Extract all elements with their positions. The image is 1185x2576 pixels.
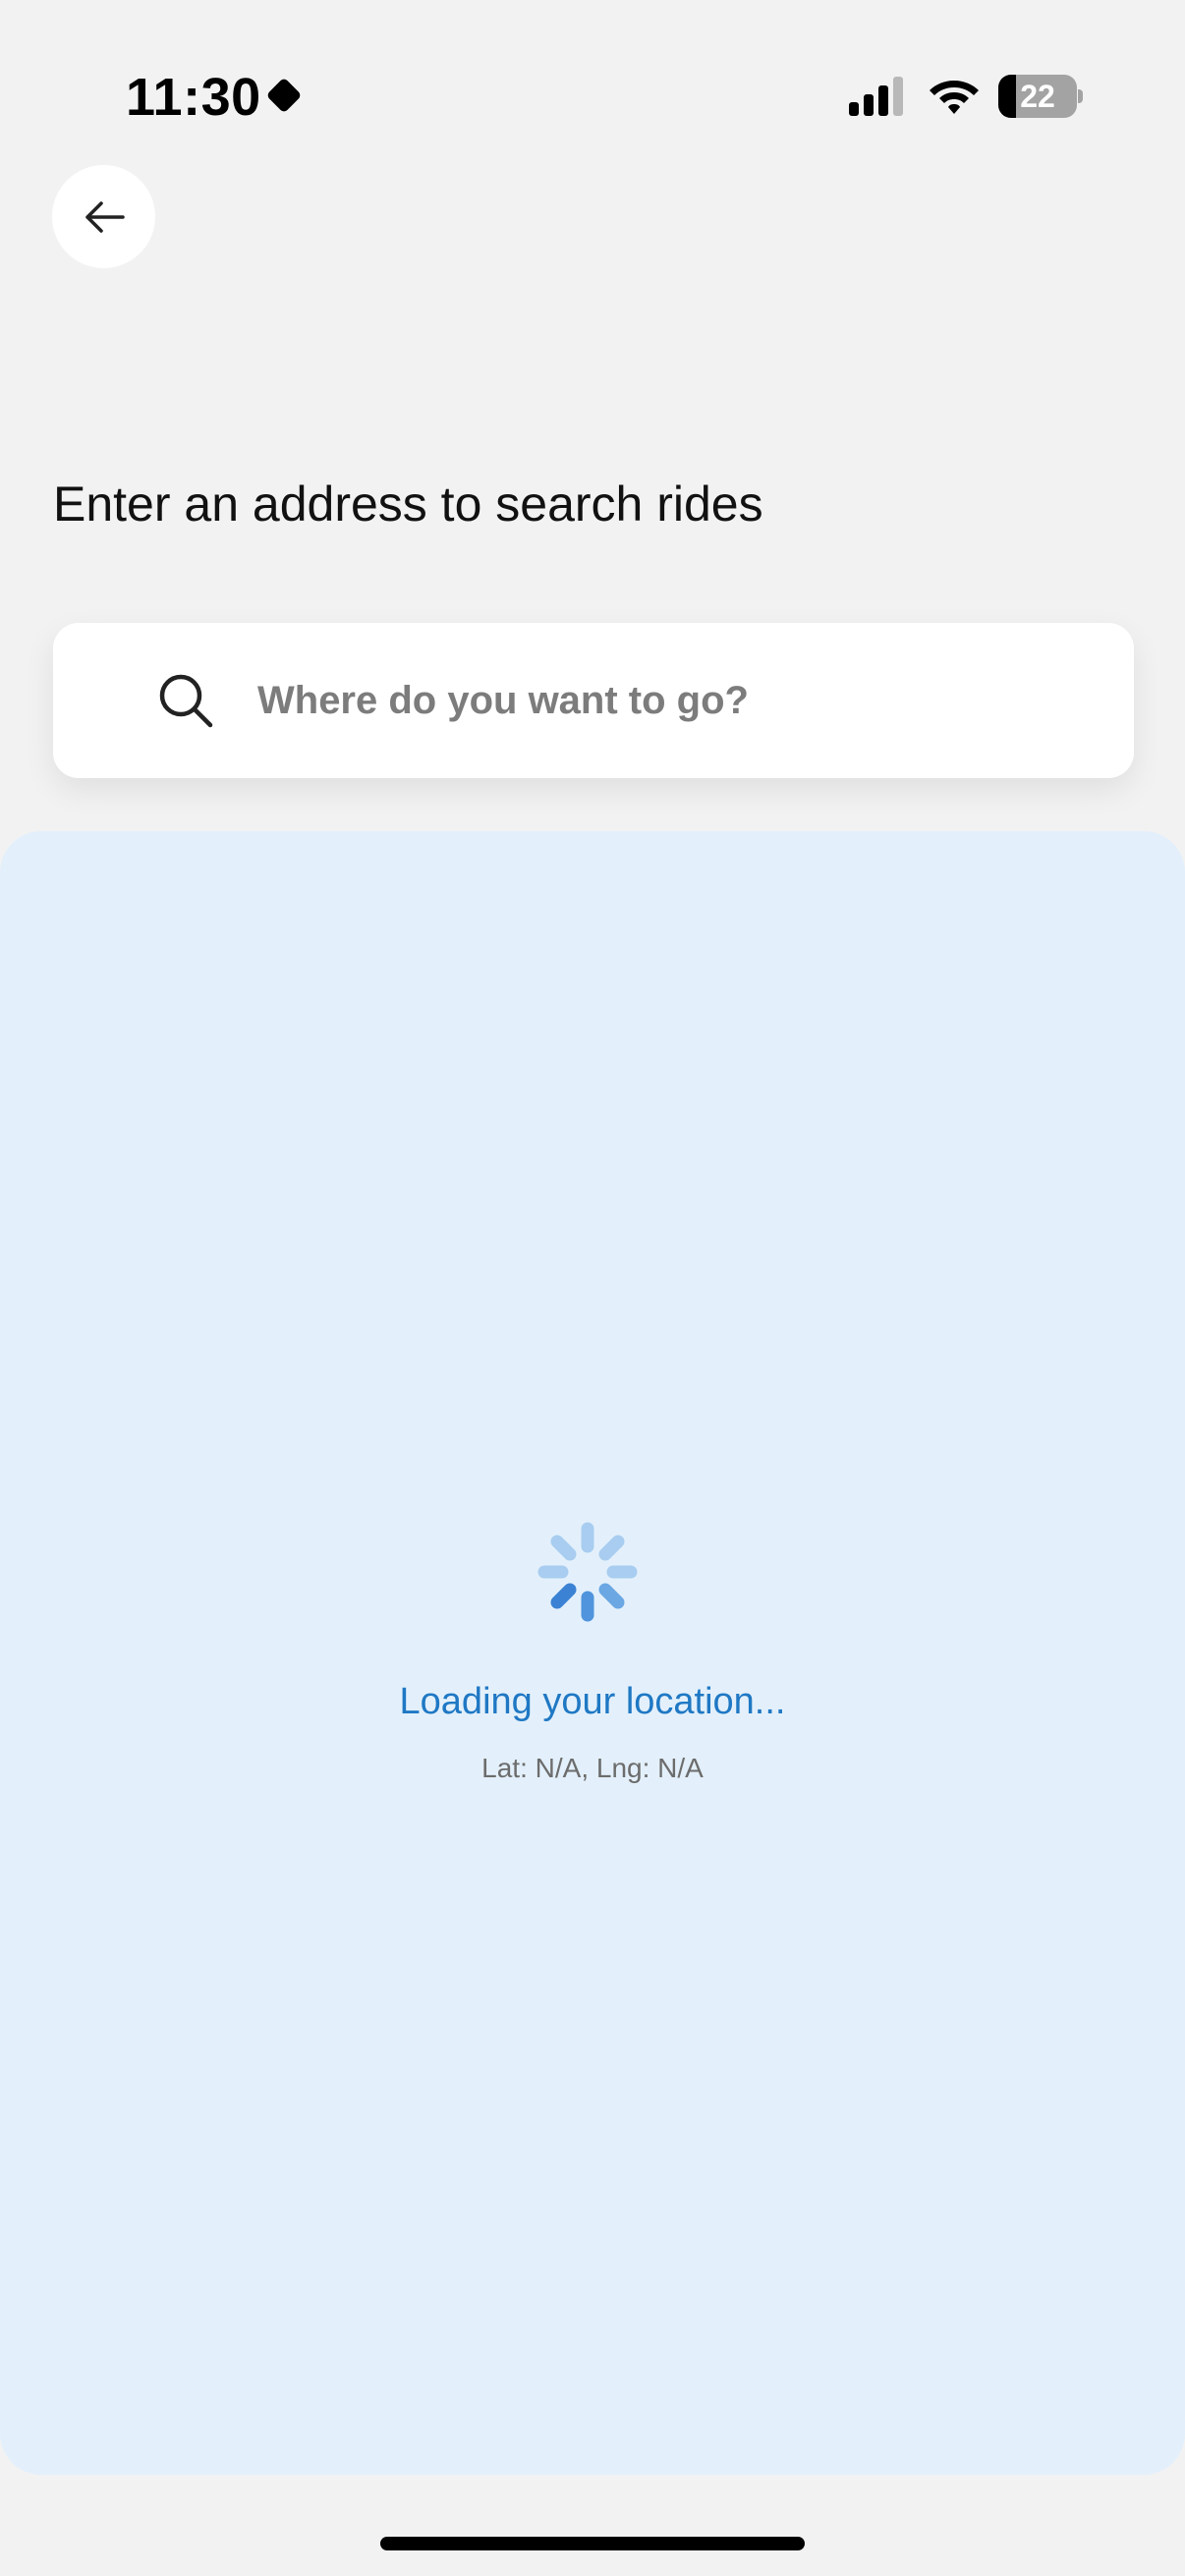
battery-level: 22 [1020,79,1055,114]
coordinates-text: Lat: N/A, Lng: N/A [481,1753,704,1783]
map-panel[interactable] [0,831,1185,2475]
wifi-icon [930,81,979,114]
loading-location-text: Loading your location... [399,1681,786,1722]
cellular-signal-icon [849,77,903,116]
search-box[interactable] [53,623,1134,778]
battery-cap [1078,89,1083,103]
loading-spinner-icon [537,1522,638,1622]
home-indicator[interactable] [380,2537,805,2550]
back-button[interactable] [52,165,155,268]
focus-mode-icon [267,79,301,112]
page-title: Enter an address to search rides [53,476,763,532]
status-bar: 11:30 22 [0,0,1185,147]
status-time: 11:30 [126,68,261,127]
battery-body: 22 [998,75,1077,118]
search-icon [159,674,213,728]
arrow-left-icon [85,200,125,233]
battery-icon: 22 [998,75,1083,118]
search-input[interactable] [257,666,1093,735]
